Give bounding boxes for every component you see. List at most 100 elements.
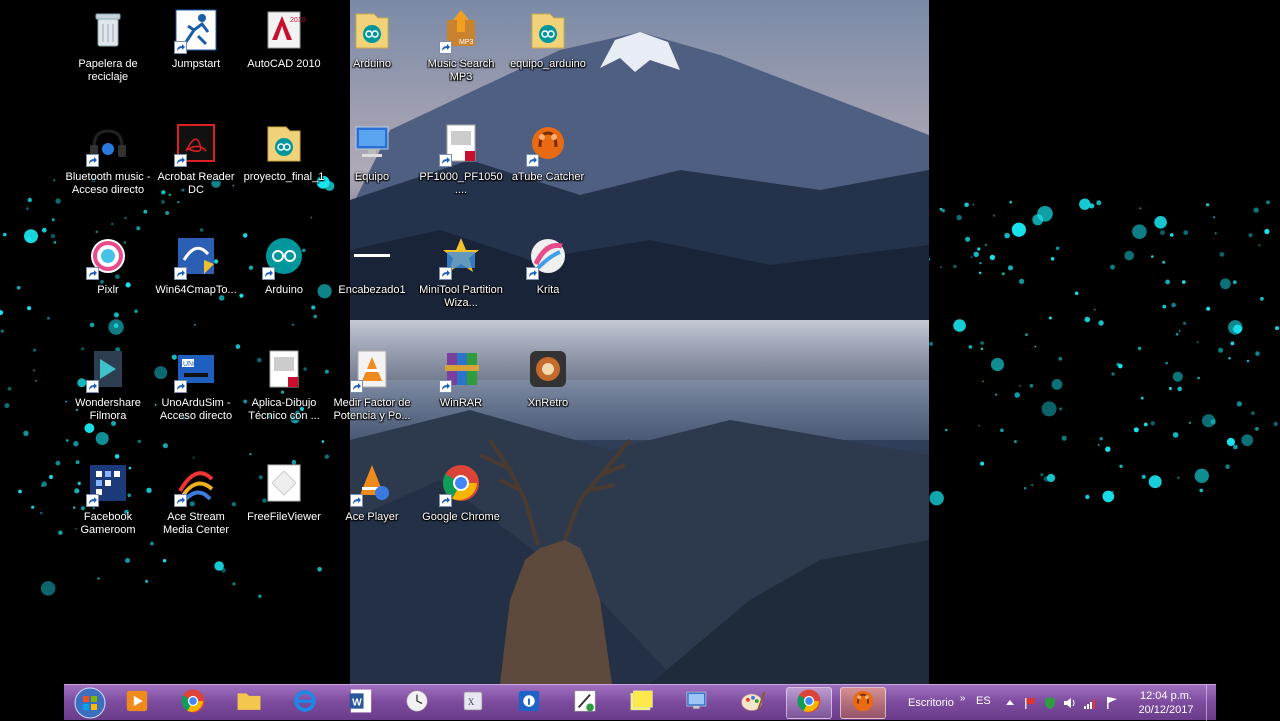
taskbar-app-button[interactable] bbox=[170, 687, 216, 719]
shortcut-arrow-icon bbox=[86, 154, 99, 167]
windows-logo-icon bbox=[74, 687, 106, 719]
taskbar-app-button[interactable] bbox=[506, 687, 552, 719]
desktop-icon[interactable]: Aplica-Dibujo Técnico con ... bbox=[241, 345, 327, 423]
cmap-icon bbox=[172, 232, 220, 280]
shortcut-arrow-icon bbox=[174, 41, 187, 54]
desktop-icon[interactable]: Wondershare Filmora bbox=[65, 345, 151, 423]
internet-explorer-icon bbox=[291, 687, 319, 720]
desktop-icon[interactable]: PF1000_PF1050.... bbox=[418, 119, 504, 197]
svg-text:2010: 2010 bbox=[290, 17, 306, 24]
toolbar-chevron-icon[interactable]: » bbox=[960, 693, 966, 704]
taskbar: W X Escritorio » ES 12:04 p.m. 20/12/2017 bbox=[64, 684, 1216, 721]
desktop-icon[interactable]: Papelera de reciclaje bbox=[65, 6, 151, 84]
taskbar-app-button[interactable] bbox=[114, 687, 160, 719]
word-icon: W bbox=[347, 687, 375, 720]
desktop-icon-label: FreeFileViewer bbox=[247, 511, 321, 523]
aceplayer-icon bbox=[348, 459, 396, 507]
desktop-icon-label: proyecto_final_1 bbox=[243, 171, 325, 183]
desktop-icon[interactable]: WinRAR bbox=[418, 345, 504, 410]
taskbar-app-button[interactable] bbox=[226, 687, 272, 719]
taskbar-app-button[interactable] bbox=[786, 687, 832, 719]
shortcut-arrow-icon bbox=[439, 380, 452, 393]
taskbar-app-button[interactable] bbox=[562, 687, 608, 719]
desktop-icon-label: UnoArduSim - Acceso directo bbox=[159, 397, 233, 422]
svg-text:X: X bbox=[468, 696, 475, 706]
taskbar-app-button[interactable] bbox=[618, 687, 664, 719]
taskbar-app-button[interactable]: X bbox=[450, 687, 496, 719]
desktop-icon[interactable]: Jumpstart bbox=[153, 6, 239, 71]
taskbar-app-button[interactable] bbox=[674, 687, 720, 719]
shortcut-arrow-icon bbox=[350, 380, 363, 393]
pixlr-icon bbox=[84, 232, 132, 280]
desktop-icon[interactable]: Win64CmapTo... bbox=[153, 232, 239, 297]
desktop-icon[interactable]: Encabezado1 bbox=[329, 232, 415, 297]
desktop-icon[interactable]: aTube Catcher bbox=[505, 119, 591, 184]
language-indicator[interactable]: ES bbox=[976, 695, 991, 707]
desktop-icon-label: Bluetooth music - Acceso directo bbox=[65, 171, 151, 196]
desktop-icon[interactable]: Facebook Gameroom bbox=[65, 459, 151, 537]
shortcut-arrow-icon bbox=[86, 494, 99, 507]
desktop-icon[interactable]: FreeFileViewer bbox=[241, 459, 327, 524]
unoardusim-icon: UNO bbox=[172, 345, 220, 393]
shortcut-arrow-icon bbox=[439, 494, 452, 507]
taskbar-app-button[interactable] bbox=[394, 687, 440, 719]
desktop-icon[interactable]: Ace Stream Media Center bbox=[153, 459, 239, 537]
desktop-icon-label: equipo_arduino bbox=[510, 58, 586, 70]
shortcut-arrow-icon bbox=[439, 154, 452, 167]
shortcut-arrow-icon bbox=[174, 267, 187, 280]
filmora-icon bbox=[84, 345, 132, 393]
recycle-bin-icon bbox=[84, 6, 132, 54]
paint-icon bbox=[739, 687, 767, 720]
shortcut-arrow-icon bbox=[350, 494, 363, 507]
acestream-icon bbox=[172, 459, 220, 507]
desktop-icon-label: WinRAR bbox=[439, 397, 483, 409]
volume-icon[interactable] bbox=[1062, 695, 1078, 711]
shortcut-arrow-icon bbox=[439, 41, 452, 54]
taskbar-app-button[interactable] bbox=[840, 687, 886, 719]
desktop-icon[interactable]: Medir Factor de Potencia y Po... bbox=[329, 345, 415, 423]
clock-time: 12:04 p.m. bbox=[1140, 690, 1192, 702]
security-icon[interactable] bbox=[1042, 695, 1058, 711]
desktop-icon[interactable]: MP3 Music Search MP3 bbox=[418, 6, 504, 84]
desktop-icon[interactable]: 2010 AutoCAD 2010 bbox=[241, 6, 327, 71]
desktop-icon[interactable]: UNO UnoArduSim - Acceso directo bbox=[153, 345, 239, 423]
action-center-flag-icon[interactable] bbox=[1022, 695, 1038, 711]
desktop-icon[interactable]: MiniTool Partition Wiza... bbox=[418, 232, 504, 310]
svg-text:UNO: UNO bbox=[183, 361, 199, 368]
taskbar-app-button[interactable] bbox=[730, 687, 776, 719]
info-app-icon bbox=[515, 687, 543, 720]
desktop-icon[interactable]: Krita bbox=[505, 232, 591, 297]
clock[interactable]: 12:04 p.m. 20/12/2017 bbox=[1136, 689, 1196, 717]
desktop-icon[interactable]: XnRetro bbox=[505, 345, 591, 410]
desktop-toolbar[interactable]: Escritorio » bbox=[908, 685, 965, 721]
show-hidden-icons-icon[interactable] bbox=[1002, 695, 1018, 711]
desktop-icon[interactable]: Acrobat Reader DC bbox=[153, 119, 239, 197]
shortcut-arrow-icon bbox=[86, 267, 99, 280]
show-desktop-button[interactable] bbox=[1206, 685, 1216, 721]
desktop-icon[interactable]: Arduino bbox=[241, 232, 327, 297]
desktop-icon[interactable]: Pixlr bbox=[65, 232, 151, 297]
notification-flag-icon[interactable] bbox=[1104, 695, 1120, 711]
svg-text:W: W bbox=[352, 697, 362, 708]
desktop-icon[interactable]: Bluetooth music - Acceso directo bbox=[65, 119, 151, 197]
desktop-icon[interactable]: proyecto_final_1 bbox=[241, 119, 327, 184]
taskbar-app-button[interactable]: W bbox=[338, 687, 384, 719]
music-search-icon: MP3 bbox=[437, 6, 485, 54]
arduino-app-icon bbox=[260, 232, 308, 280]
shortcut-arrow-icon bbox=[262, 267, 275, 280]
desktop-icon[interactable]: equipo_arduino bbox=[505, 6, 591, 71]
arduino-folder-icon bbox=[524, 6, 572, 54]
desktop-icon[interactable]: Ace Player bbox=[329, 459, 415, 524]
desktop-icon[interactable]: Google Chrome bbox=[418, 459, 504, 524]
taskbar-app-button[interactable] bbox=[282, 687, 328, 719]
atube-catcher-icon bbox=[849, 687, 877, 720]
desktop-icon-label: AutoCAD 2010 bbox=[247, 58, 321, 70]
network-signal-icon[interactable] bbox=[1082, 695, 1098, 711]
toolbar-label: Escritorio bbox=[908, 697, 954, 709]
arduino-folder-icon bbox=[348, 6, 396, 54]
start-button[interactable] bbox=[70, 685, 110, 721]
desktop-icon[interactable]: Equipo bbox=[329, 119, 415, 184]
desktop-icon[interactable]: Arduino bbox=[329, 6, 415, 71]
jumpstart-icon bbox=[172, 6, 220, 54]
desktop-icon-label: Win64CmapTo... bbox=[155, 284, 237, 296]
